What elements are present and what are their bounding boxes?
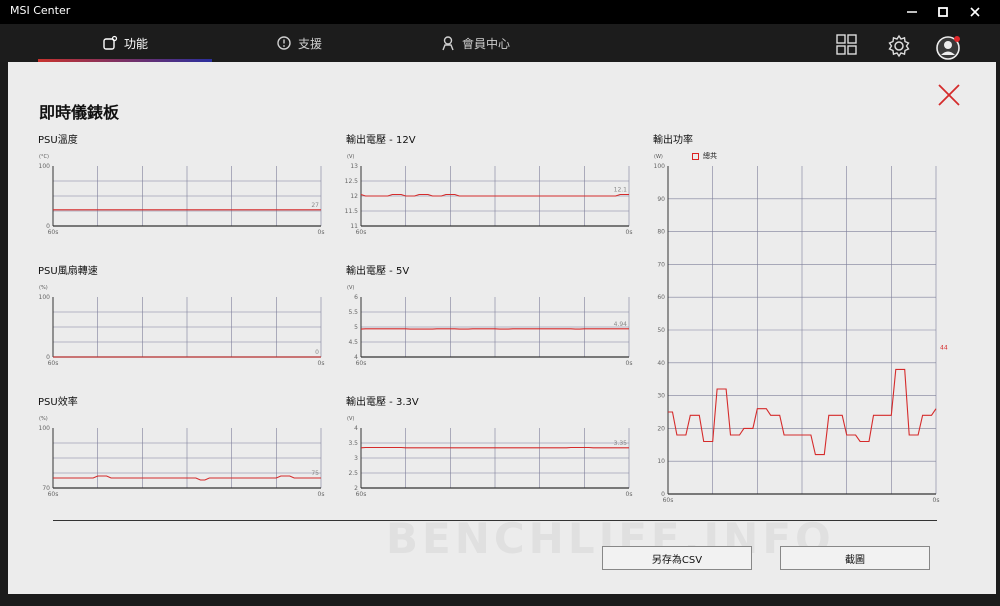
unit-label-output-power: (W) bbox=[654, 154, 663, 160]
y-tick-label-psu-fan: 100 bbox=[39, 294, 51, 301]
y-tick-label-3v3: 4 bbox=[354, 425, 358, 432]
screenshot-button[interactable]: 截圖 bbox=[780, 546, 930, 570]
tab-support[interactable]: 支援 bbox=[276, 24, 322, 62]
y-tick-label-psu-efficiency: 100 bbox=[39, 425, 51, 432]
member-icon bbox=[442, 36, 454, 51]
y-tick-label-12v: 12.5 bbox=[345, 178, 359, 185]
feature-icon bbox=[103, 35, 118, 50]
unit-label-3v3: (V) bbox=[347, 416, 354, 422]
y-tick-label-output-power: 90 bbox=[657, 196, 665, 203]
y-tick-label-3v3: 3 bbox=[354, 455, 358, 462]
unit-label-12v: (V) bbox=[347, 154, 354, 160]
x-tick-label-output-power: 0s bbox=[933, 497, 940, 504]
y-tick-label-output-power: 50 bbox=[657, 327, 665, 334]
x-tick-label-psu-efficiency: 0s bbox=[318, 491, 325, 498]
y-tick-label-output-power: 30 bbox=[657, 393, 665, 400]
current-value-label-12v: 12.1 bbox=[614, 187, 628, 194]
tab-support-label: 支援 bbox=[298, 36, 323, 51]
grid-icon bbox=[836, 34, 857, 55]
user-avatar-button[interactable] bbox=[936, 35, 962, 65]
y-tick-label-output-power: 10 bbox=[657, 458, 665, 465]
chart-psu-temp: (°C)100060s 0s27(%)100060s 0s0(%)1007060s 0… bbox=[39, 154, 948, 504]
y-tick-label-12v: 13 bbox=[350, 163, 358, 170]
settings-button[interactable] bbox=[887, 34, 911, 62]
maximize-button[interactable] bbox=[926, 0, 960, 24]
minimize-icon bbox=[907, 11, 917, 13]
x-tick-label-3v3: 60s bbox=[356, 491, 367, 498]
chart-area-baseline bbox=[53, 520, 937, 521]
y-tick-label-5v: 5 bbox=[354, 324, 358, 331]
y-tick-label-output-power: 100 bbox=[654, 163, 666, 170]
x-tick-label-5v: 60s bbox=[356, 360, 367, 367]
apps-button[interactable] bbox=[836, 34, 858, 60]
current-value-label-3v3: 3.35 bbox=[614, 440, 628, 447]
y-tick-label-psu-temp: 100 bbox=[39, 163, 51, 170]
current-value-label-5v: 4.94 bbox=[614, 321, 628, 328]
support-icon bbox=[277, 36, 291, 50]
y-tick-label-5v: 6 bbox=[354, 294, 358, 301]
unit-label-psu-temp: (°C) bbox=[39, 154, 49, 160]
export-csv-button[interactable]: 另存為CSV bbox=[602, 546, 752, 570]
unit-label-psu-efficiency: (%) bbox=[39, 416, 48, 422]
tab-member-label: 會員中心 bbox=[462, 36, 511, 51]
x-tick-label-12v: 60s bbox=[356, 229, 367, 236]
y-tick-label-output-power: 40 bbox=[657, 360, 665, 367]
tab-feature[interactable]: 功能 bbox=[102, 24, 148, 62]
app-title: MSI Center bbox=[10, 4, 71, 17]
current-value-label-psu-temp: 27 bbox=[311, 202, 319, 209]
minimize-button[interactable] bbox=[895, 0, 929, 24]
avatar-icon bbox=[936, 36, 960, 60]
maximize-icon bbox=[938, 7, 948, 17]
current-value-label-output-power: 44 bbox=[940, 345, 948, 352]
y-tick-label-output-power: 60 bbox=[657, 294, 665, 301]
unit-label-psu-fan: (%) bbox=[39, 285, 48, 291]
x-tick-label-12v: 0s bbox=[626, 229, 633, 236]
x-tick-label-3v3: 0s bbox=[626, 491, 633, 498]
y-tick-label-output-power: 70 bbox=[657, 261, 665, 268]
current-value-label-psu-fan: 0 bbox=[315, 349, 319, 356]
y-tick-label-output-power: 80 bbox=[657, 229, 665, 236]
x-tick-label-psu-fan: 60s bbox=[48, 360, 59, 367]
x-tick-label-psu-temp: 60s bbox=[48, 229, 59, 236]
y-tick-label-12v: 11.5 bbox=[345, 208, 359, 215]
y-tick-label-12v: 12 bbox=[350, 193, 358, 200]
close-icon bbox=[970, 7, 980, 17]
close-window-button[interactable] bbox=[958, 0, 992, 24]
y-tick-label-5v: 5.5 bbox=[348, 309, 358, 316]
y-tick-label-5v: 4.5 bbox=[348, 339, 358, 346]
current-value-label-psu-efficiency: 75 bbox=[311, 470, 319, 477]
x-tick-label-output-power: 60s bbox=[663, 497, 674, 504]
y-tick-label-3v3: 2.5 bbox=[348, 470, 358, 477]
x-tick-label-psu-fan: 0s bbox=[318, 360, 325, 367]
tab-member[interactable]: 會員中心 bbox=[440, 24, 510, 62]
y-tick-label-3v3: 3.5 bbox=[348, 440, 358, 447]
x-tick-label-psu-temp: 0s bbox=[318, 229, 325, 236]
title-bar: MSI Center bbox=[0, 0, 1000, 24]
gear-icon bbox=[888, 34, 910, 58]
tab-feature-label: 功能 bbox=[124, 36, 149, 51]
y-tick-label-output-power: 20 bbox=[657, 425, 665, 432]
dashboard-panel: 即時儀錶板 BENCHLIFE.INFO PSU溫度 PSU風扇轉速 PSU效率… bbox=[8, 62, 996, 594]
unit-label-5v: (V) bbox=[347, 285, 354, 291]
x-tick-label-5v: 0s bbox=[626, 360, 633, 367]
x-tick-label-psu-efficiency: 60s bbox=[48, 491, 59, 498]
